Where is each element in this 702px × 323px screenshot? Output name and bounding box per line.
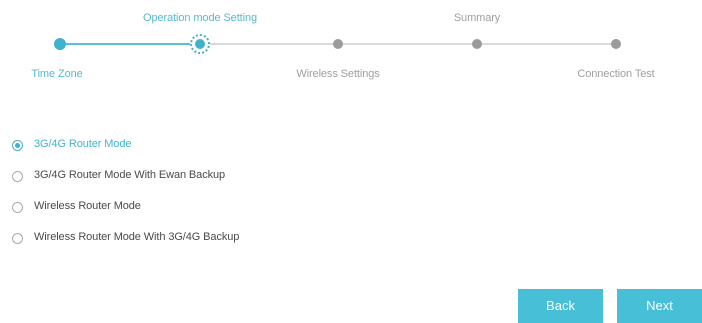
radio-button[interactable] <box>12 233 23 244</box>
back-button[interactable]: Back <box>518 289 603 323</box>
option-label: Wireless Router Mode With 3G/4G Backup <box>34 231 240 243</box>
step-dot-wireless-settings <box>333 39 343 49</box>
progress-track-remaining <box>200 43 616 45</box>
progress-track-completed <box>60 43 200 45</box>
option-3g4g-router-mode[interactable]: 3G/4G Router Mode <box>12 138 239 169</box>
step-dot-summary <box>472 39 482 49</box>
wizard-progress: Time Zone Operation mode Setting Wireles… <box>0 0 702 90</box>
step-dot-operation-mode <box>190 34 210 54</box>
option-label: Wireless Router Mode <box>34 200 141 212</box>
step-label-summary: Summary <box>453 12 501 24</box>
option-wireless-router-mode[interactable]: Wireless Router Mode <box>12 200 239 231</box>
operation-mode-options: 3G/4G Router Mode 3G/4G Router Mode With… <box>12 138 239 262</box>
step-label-time-zone: Time Zone <box>31 68 83 80</box>
radio-button-selected[interactable] <box>12 140 23 151</box>
option-3g4g-router-mode-ewan-backup[interactable]: 3G/4G Router Mode With Ewan Backup <box>12 169 239 200</box>
option-wireless-router-mode-3g4g-backup[interactable]: Wireless Router Mode With 3G/4G Backup <box>12 231 239 262</box>
step-label-operation-mode: Operation mode Setting <box>143 12 257 24</box>
step-dot-time-zone <box>54 38 66 50</box>
next-button[interactable]: Next <box>617 289 702 323</box>
option-label: 3G/4G Router Mode <box>34 138 132 150</box>
step-label-wireless-settings: Wireless Settings <box>296 68 380 80</box>
step-label-connection-test: Connection Test <box>577 68 655 80</box>
step-dot-connection-test <box>611 39 621 49</box>
radio-button[interactable] <box>12 202 23 213</box>
option-label: 3G/4G Router Mode With Ewan Backup <box>34 169 226 181</box>
radio-button[interactable] <box>12 171 23 182</box>
